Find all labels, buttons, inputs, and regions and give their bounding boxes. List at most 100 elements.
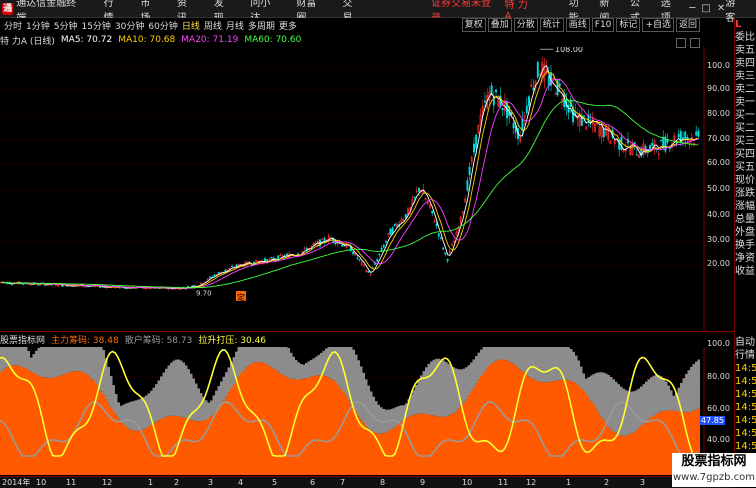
main-force-bar: [277, 372, 280, 475]
period-daily[interactable]: 日线: [182, 19, 200, 32]
retail-bar: [182, 362, 185, 418]
period-30min[interactable]: 30分钟: [115, 19, 144, 32]
retail-bar: [450, 365, 453, 415]
side-panel-item: 卖三: [735, 71, 755, 82]
main-force-bar: [80, 371, 83, 475]
period-monthly[interactable]: 月线: [226, 19, 244, 32]
side-panel-item: 买二: [735, 123, 755, 134]
main-force-bar: [417, 413, 420, 475]
period-intraday[interactable]: 分时: [4, 19, 22, 32]
period-weekly[interactable]: 周线: [204, 19, 222, 32]
retail-bar: [412, 389, 415, 415]
main-force-bar: [482, 372, 485, 475]
retail-bar: [430, 361, 433, 416]
indicator-tick-label: 100.0: [707, 339, 730, 348]
side-panel-item: 买一: [735, 110, 755, 121]
app-logo-icon: 通: [2, 2, 14, 15]
main-force-bar: [90, 378, 93, 475]
tool-back[interactable]: 返回: [675, 18, 700, 32]
retail-bar: [242, 347, 245, 371]
price-tick-label: 80.00: [707, 109, 730, 118]
retail-bar: [52, 347, 55, 378]
side-panel-item: 买五: [735, 162, 755, 173]
price-tick-label: 90.00: [707, 84, 730, 93]
main-force-bar: [232, 384, 235, 475]
main-force-bar: [495, 360, 498, 475]
candle-body: [536, 61, 539, 78]
tool-stats[interactable]: 统计: [539, 18, 564, 32]
retail-bar: [272, 347, 275, 369]
maximize-icon[interactable]: □: [701, 3, 710, 14]
main-force-bar: [582, 390, 585, 475]
main-force-bar: [50, 377, 53, 475]
tool-spread[interactable]: 分散: [513, 18, 538, 32]
candle-body: [435, 223, 438, 227]
period-5min[interactable]: 5分钟: [54, 19, 78, 32]
retail-bar: [107, 366, 110, 404]
main-force-bar: [472, 387, 475, 475]
main-force-bar: [57, 376, 60, 475]
candle-body: [341, 244, 343, 247]
retail-bar: [372, 396, 375, 433]
period-multi[interactable]: 多周期: [248, 19, 275, 32]
tool-mark[interactable]: 标记: [616, 18, 641, 32]
main-force-bar: [202, 420, 205, 475]
main-force-bar: [585, 393, 588, 475]
tool-overlay[interactable]: 叠加: [487, 18, 512, 32]
tool-f10[interactable]: F10: [591, 18, 615, 32]
period-60min[interactable]: 60分钟: [148, 19, 177, 32]
main-force-bar: [67, 372, 70, 475]
side-panel-item: 自动: [735, 337, 755, 348]
main-force-bar: [125, 426, 128, 475]
main-force-bar: [392, 427, 395, 475]
main-force-bar: [447, 415, 450, 475]
period-more[interactable]: 更多: [279, 19, 297, 32]
retail-bar: [577, 360, 580, 386]
indicator-legend: 股票指标网 主力筹码: 38.48 散户筹码: 58.73 拉升打压: 30.4…: [0, 333, 272, 346]
main-force-bar: [627, 434, 630, 475]
retail-bar: [212, 395, 215, 414]
minimize-icon[interactable]: ─: [689, 3, 695, 14]
candle-body: [391, 227, 394, 234]
main-force-bar: [365, 426, 368, 475]
main-force-bar: [525, 374, 528, 475]
retail-bar: [657, 375, 660, 413]
tool-adjust[interactable]: 复权: [461, 18, 486, 32]
retail-bar: [125, 403, 128, 427]
retail-bar: [595, 373, 598, 409]
main-force-bar: [17, 365, 20, 475]
tool-watchlist[interactable]: +自选: [642, 18, 674, 32]
tool-draw[interactable]: 画线: [565, 18, 590, 32]
retail-bar: [535, 347, 538, 381]
candle-body: [235, 264, 238, 268]
candle-body: [468, 166, 471, 176]
main-force-bar: [25, 368, 28, 475]
retail-bar: [72, 347, 75, 372]
time-tick-label: 5: [272, 478, 278, 487]
price-chart[interactable]: 108.00 9.70 定: [0, 47, 734, 331]
main-force-bar: [555, 380, 558, 475]
main-force-bar: [372, 432, 375, 475]
main-force-bar: [387, 431, 390, 475]
retail-bar: [602, 372, 605, 421]
retail-bar: [505, 347, 508, 361]
main-force-bar: [40, 376, 43, 475]
retail-bar: [92, 347, 95, 381]
main-force-bar: [265, 364, 268, 475]
main-force-bar: [247, 365, 250, 475]
main-force-bar: [340, 388, 343, 475]
main-force-bar: [645, 421, 648, 475]
retail-bar: [672, 395, 675, 411]
period-15min[interactable]: 15分钟: [81, 19, 110, 32]
retail-bar: [217, 386, 220, 408]
indicator-chart[interactable]: [0, 347, 734, 475]
retail-bar: [572, 351, 575, 383]
main-force-bar: [370, 430, 373, 475]
close-icon[interactable]: ✕: [717, 3, 725, 14]
time-tick-label: 12: [102, 478, 113, 487]
main-force-bar: [357, 416, 360, 475]
candle-body: [343, 245, 346, 247]
retail-bar: [612, 379, 615, 432]
time-tick-label: 11: [498, 478, 509, 487]
period-1min[interactable]: 1分钟: [26, 19, 50, 32]
